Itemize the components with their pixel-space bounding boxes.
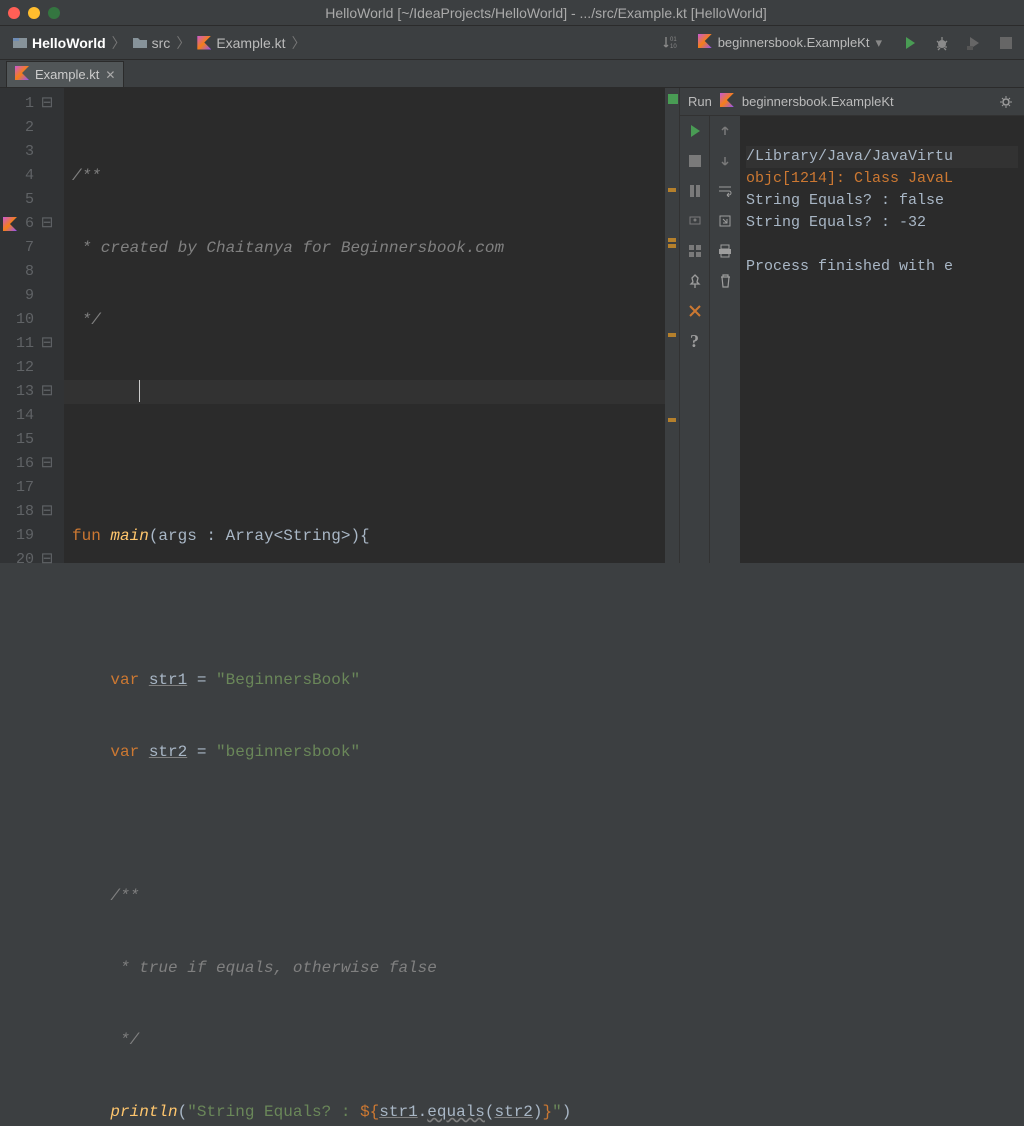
console-line: String Equals? : -32	[746, 214, 926, 231]
warning-marker[interactable]	[668, 188, 676, 192]
current-line-highlight	[64, 380, 665, 404]
kotlin-file-icon	[196, 35, 212, 51]
run-tool-window-title: Run	[688, 94, 712, 109]
stop-button[interactable]	[684, 150, 706, 172]
caret	[139, 380, 140, 402]
folder-icon	[132, 35, 148, 51]
window-titlebar: HelloWorld [~/IdeaProjects/HelloWorld] -…	[0, 0, 1024, 26]
breadcrumb-file-label: Example.kt	[216, 35, 285, 51]
up-stack-icon[interactable]	[714, 120, 736, 142]
print-icon[interactable]	[714, 240, 736, 262]
kotlin-file-icon	[15, 66, 29, 83]
close-tab-icon[interactable]: ✕	[105, 68, 115, 82]
close-icon[interactable]	[684, 300, 706, 322]
warning-marker[interactable]	[668, 238, 676, 242]
window-zoom-button[interactable]	[48, 7, 60, 19]
sort-binary-icon[interactable]: 0110	[660, 33, 680, 53]
breadcrumb-separator: 〉	[176, 33, 190, 53]
run-toolbar-right	[710, 116, 740, 563]
run-with-coverage-button[interactable]	[964, 33, 984, 53]
run-configuration-label: beginnersbook.ExampleKt	[718, 35, 870, 50]
rerun-button[interactable]	[684, 120, 706, 142]
kotlin-file-icon	[698, 34, 712, 51]
breadcrumb-separator: 〉	[292, 33, 306, 53]
code-area[interactable]: /** * created by Chaitanya for Beginners…	[64, 88, 665, 563]
run-toolbar-left: ?	[680, 116, 710, 563]
analysis-ok-marker	[668, 94, 678, 104]
navigation-bar: HelloWorld 〉 src 〉 Example.kt 〉 0110 beg…	[0, 26, 1024, 60]
settings-icon[interactable]	[996, 92, 1016, 112]
console-line: String Equals? : false	[746, 192, 944, 209]
run-configuration-selector[interactable]: beginnersbook.ExampleKt ▾	[692, 32, 888, 53]
window-close-button[interactable]	[8, 7, 20, 19]
pause-button[interactable]	[684, 180, 706, 202]
editor-tab-example-kt[interactable]: Example.kt ✕	[6, 61, 124, 87]
breadcrumb-folder-label: src	[152, 35, 171, 51]
kotlin-run-gutter-icon[interactable]	[3, 217, 17, 231]
down-stack-icon[interactable]	[714, 150, 736, 172]
pin-icon[interactable]	[684, 270, 706, 292]
dump-threads-icon[interactable]	[684, 210, 706, 232]
warning-marker[interactable]	[668, 244, 676, 248]
error-stripe[interactable]	[665, 88, 679, 563]
console-line: /Library/Java/JavaVirtu	[746, 146, 1018, 168]
breadcrumb-folder[interactable]: src	[128, 35, 175, 51]
run-button[interactable]	[900, 33, 920, 53]
window-minimize-button[interactable]	[28, 7, 40, 19]
project-icon	[12, 35, 28, 51]
clear-all-icon[interactable]	[714, 270, 736, 292]
warning-marker[interactable]	[668, 333, 676, 337]
window-controls	[8, 7, 60, 19]
breadcrumb-file[interactable]: Example.kt	[192, 35, 289, 51]
breadcrumb-project-label: HelloWorld	[32, 35, 106, 51]
console-blank-line	[746, 236, 755, 253]
help-icon[interactable]: ?	[684, 330, 706, 352]
editor[interactable]: 1⊟ 2 3 4 5 6⊟ 7 8 9 10 11⊟ 12 13⊟ 14 15 …	[0, 88, 680, 563]
chevron-down-icon: ▾	[875, 35, 882, 51]
stop-button[interactable]	[996, 33, 1016, 53]
run-tool-window: Run beginnersbook.ExampleKt ?	[680, 88, 1024, 563]
svg-text:01: 01	[670, 37, 677, 43]
soft-wrap-icon[interactable]	[714, 180, 736, 202]
editor-tab-label: Example.kt	[35, 67, 99, 82]
breadcrumb-separator: 〉	[112, 33, 126, 53]
layout-icon[interactable]	[684, 240, 706, 262]
debug-button[interactable]	[932, 33, 952, 53]
window-title: HelloWorld [~/IdeaProjects/HelloWorld] -…	[76, 5, 1016, 21]
console-line: Process finished with e	[746, 258, 953, 275]
run-tool-window-header[interactable]: Run beginnersbook.ExampleKt	[680, 88, 1024, 116]
warning-marker[interactable]	[668, 418, 676, 422]
console-warning-line: objc[1214]: Class JavaL	[746, 170, 953, 187]
run-tool-window-config-label: beginnersbook.ExampleKt	[742, 94, 894, 109]
svg-text:10: 10	[670, 44, 677, 50]
editor-tabs: Example.kt ✕	[0, 60, 1024, 88]
scroll-to-end-icon[interactable]	[714, 210, 736, 232]
editor-gutter[interactable]: 1⊟ 2 3 4 5 6⊟ 7 8 9 10 11⊟ 12 13⊟ 14 15 …	[0, 88, 64, 563]
main-split: 1⊟ 2 3 4 5 6⊟ 7 8 9 10 11⊟ 12 13⊟ 14 15 …	[0, 88, 1024, 563]
breadcrumb-project[interactable]: HelloWorld	[8, 35, 110, 51]
console-output[interactable]: /Library/Java/JavaVirtu objc[1214]: Class…	[740, 116, 1024, 563]
kotlin-file-icon	[720, 93, 734, 110]
